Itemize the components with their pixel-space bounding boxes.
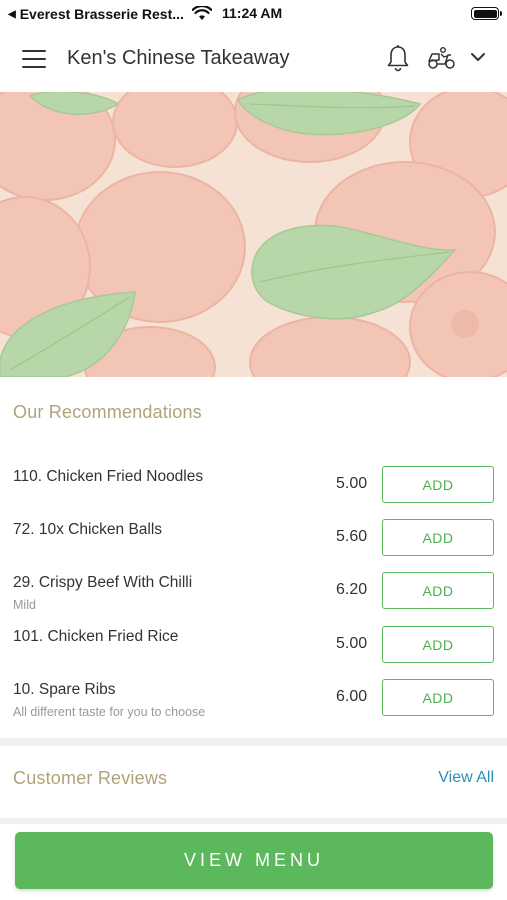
add-button[interactable]: ADD [382,519,494,556]
item-price: 5.00 [336,475,368,492]
chevron-down-icon[interactable] [470,52,486,62]
item-name: 72. 10x Chicken Balls [13,521,163,538]
status-time: 11:24 AM [222,5,283,21]
list-item: 110. Chicken Fried Noodles 5.00 ADD [0,466,507,518]
view-menu-button[interactable]: VIEW MENU [15,832,493,889]
battery-fill [473,9,497,18]
bell-icon[interactable] [386,44,410,72]
item-description: All different taste for you to choose [13,705,206,719]
add-button[interactable]: ADD [382,679,494,716]
recommendations-title: Our Recommendations [13,402,202,422]
list-item: 10. Spare Ribs All different taste for y… [0,679,507,731]
page-title: Ken's Chinese Takeaway [67,47,290,69]
add-button[interactable]: ADD [382,466,494,503]
list-item: 29. Crispy Beef With Chilli Mild 6.20 AD… [0,572,507,624]
back-triangle-icon: ◀ [8,8,16,20]
view-all-reviews-link[interactable]: View All [438,769,494,787]
hero-image [0,92,507,377]
section-divider [0,738,507,746]
wifi-icon [192,5,212,20]
reviews-title: Customer Reviews [13,768,168,788]
back-app-label: Everest Brasserie Rest... [19,6,184,22]
item-price: 5.60 [336,528,368,545]
back-to-app[interactable]: ◀ Everest Brasserie Rest... [8,6,184,22]
list-item: 101. Chicken Fried Rice 5.00 ADD [0,626,507,678]
list-item: 72. 10x Chicken Balls 5.60 ADD [0,519,507,571]
app-header: Ken's Chinese Takeaway [0,28,507,92]
item-price: 6.00 [336,688,368,705]
item-price: 5.00 [336,635,368,652]
item-description: Mild [13,598,36,612]
status-bar: ◀ Everest Brasserie Rest... 11:24 AM [0,0,507,28]
item-price: 6.20 [336,581,368,598]
item-name: 10. Spare Ribs [13,681,116,698]
item-name: 110. Chicken Fried Noodles [13,468,204,485]
add-button[interactable]: ADD [382,572,494,609]
item-name: 101. Chicken Fried Rice [13,628,179,645]
menu-icon[interactable] [22,50,46,68]
delivery-scooter-icon[interactable] [427,46,457,70]
status-center: 11:24 AM [192,5,282,21]
item-name: 29. Crispy Beef With Chilli [13,574,193,591]
battery-icon [471,7,502,20]
add-button[interactable]: ADD [382,626,494,663]
